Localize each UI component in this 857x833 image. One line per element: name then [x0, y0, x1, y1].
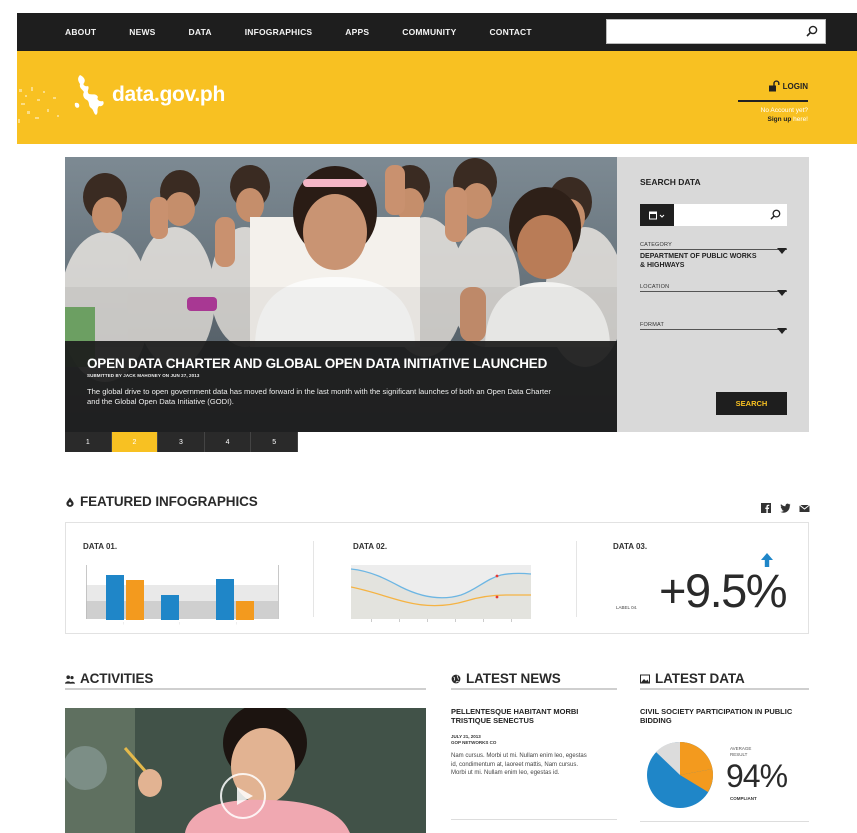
category-value: DEPARTMENT OF PUBLIC WORKS & HIGHWAYS — [640, 253, 757, 269]
site-search — [606, 19, 826, 44]
logo-text: data.gov.ph — [112, 83, 225, 106]
login-label: LOGIN — [782, 81, 808, 91]
pager-4[interactable]: 4 — [205, 432, 252, 452]
data1-title: DATA 01. — [83, 542, 118, 551]
format-select[interactable]: FORMAT — [640, 322, 787, 334]
format-label: FORMAT — [640, 322, 787, 330]
login-area: LOGIN No Account yet? Sign up here! — [738, 79, 808, 124]
latest-data-headline[interactable]: CIVIL SOCIETY PARTICIPATION IN PUBLIC BI… — [640, 707, 809, 725]
pager-3[interactable]: 3 — [158, 432, 205, 452]
news-body: Nam cursus. Morbi ut mi. Nullam enim leo… — [451, 753, 587, 776]
chevron-down-icon — [777, 248, 787, 254]
unlock-icon — [768, 80, 780, 92]
location-select[interactable]: LOCATION — [640, 284, 787, 296]
hero-title[interactable]: OPEN DATA CHARTER AND GLOBAL OPEN DATA I… — [87, 356, 605, 371]
email-icon[interactable] — [799, 500, 810, 512]
hero-summary: The global drive to open government data… — [87, 387, 551, 406]
data2-line-chart[interactable] — [351, 565, 531, 625]
search-data-bar — [640, 204, 787, 226]
login-underline — [738, 100, 808, 102]
chevron-down-icon — [777, 290, 787, 296]
compliant-label: COMPLIANT — [730, 796, 757, 801]
featured-infographics-panel: DATA 01. | | | DATA 02. DATA 03. LABEL 04.… — [65, 522, 809, 634]
philippines-map-logo-icon — [74, 75, 104, 115]
no-account-text: No Account yet? — [760, 107, 808, 114]
activities-rule — [65, 688, 426, 690]
news-item[interactable]: PELLENTESQUE HABITANT MORBI TRISTIQUE SE… — [451, 707, 617, 820]
news-divider — [451, 819, 617, 820]
compliance-pie-chart — [647, 741, 713, 808]
search-data-input[interactable] — [676, 206, 766, 224]
category-label: CATEGORY — [640, 242, 787, 250]
video-thumbnail — [65, 708, 426, 833]
latest-data-item[interactable]: CIVIL SOCIETY PARTICIPATION IN PUBLIC BI… — [640, 707, 809, 822]
nav-apps[interactable]: APPS — [345, 27, 369, 37]
svg-text:|: | — [236, 621, 237, 625]
globe-icon — [451, 674, 461, 683]
signup-link[interactable]: Sign up here! — [738, 115, 808, 124]
search-icon[interactable] — [806, 25, 818, 37]
average-label: AVERAGE RESULT — [730, 746, 752, 757]
data2-title: DATA 02. — [353, 542, 388, 551]
search-data-panel: SEARCH DATA CATEGORY DEPARTMENT OF PUBLI… — [617, 157, 809, 432]
latest-news-heading: LATEST NEWS — [451, 671, 561, 686]
activities-heading: ACTIVITIES — [65, 671, 153, 686]
nav-community[interactable]: COMMUNITY — [402, 27, 456, 37]
nav-news[interactable]: NEWS — [129, 27, 155, 37]
drop-icon — [66, 497, 74, 507]
facebook-icon[interactable] — [761, 500, 771, 513]
latest-news-title: LATEST NEWS — [466, 671, 561, 686]
hero-pager: 1 2 3 4 5 — [65, 432, 298, 452]
hero-slider[interactable]: OPEN DATA CHARTER AND GLOBAL OPEN DATA I… — [65, 157, 617, 432]
latest-data-heading: LATEST DATA — [640, 671, 745, 686]
signup-link-text: Sign up — [767, 116, 792, 123]
svg-text:|: | — [179, 621, 180, 625]
calendar-icon — [649, 211, 665, 219]
top-navigation: ABOUT NEWS DATA INFOGRAPHICS APPS COMMUN… — [17, 13, 857, 51]
share-links — [761, 500, 810, 513]
activities-title: ACTIVITIES — [80, 671, 154, 686]
activities-video[interactable] — [65, 708, 426, 833]
latest-data-rule — [640, 688, 809, 690]
data3-title: DATA 03. — [613, 542, 648, 551]
nav-data[interactable]: DATA — [189, 27, 212, 37]
news-source: GOP NETWORKS CO — [451, 740, 497, 745]
nav-about[interactable]: ABOUT — [65, 27, 96, 37]
pager-2-active[interactable]: 2 — [111, 432, 159, 452]
people-icon — [65, 674, 75, 684]
site-logo[interactable]: data.gov.ph — [72, 73, 225, 117]
search-data-title: SEARCH DATA — [640, 177, 701, 187]
hero-caption: OPEN DATA CHARTER AND GLOBAL OPEN DATA I… — [65, 341, 617, 432]
latest-data-divider — [640, 821, 809, 822]
category-select[interactable]: CATEGORY DEPARTMENT OF PUBLIC WORKS & HI… — [640, 242, 787, 270]
svg-text:|: | — [123, 621, 124, 625]
data3-value: +9.5% — [659, 564, 788, 617]
data3-label: LABEL 04. — [616, 605, 638, 610]
site-search-input[interactable] — [607, 20, 797, 43]
divider — [576, 541, 577, 617]
nav-contact[interactable]: CONTACT — [489, 27, 531, 37]
chevron-down-icon — [777, 328, 787, 334]
twitter-icon[interactable] — [780, 500, 791, 513]
featured-title: FEATURED INFOGRAPHICS — [80, 494, 258, 509]
location-label: LOCATION — [640, 284, 787, 292]
latest-data-title: LATEST DATA — [655, 671, 745, 686]
divider — [313, 541, 314, 617]
hero-byline: SUBMITTED BY JACK MAHONEY ON JUN 27, 201… — [87, 373, 200, 378]
signup-here-text: here! — [793, 116, 808, 123]
site-header: data.gov.ph LOGIN No Account yet? Sign u… — [17, 51, 857, 144]
search-data-button[interactable]: SEARCH — [716, 392, 787, 415]
calendar-dropdown[interactable] — [640, 204, 674, 226]
compliance-percent: 94% — [726, 758, 788, 794]
news-headline[interactable]: PELLENTESQUE HABITANT MORBI TRISTIQUE SE… — [451, 707, 617, 725]
featured-infographics-heading: FEATURED INFOGRAPHICS — [65, 494, 258, 509]
search-icon[interactable] — [770, 209, 781, 220]
image-icon — [640, 674, 650, 683]
nav-infographics[interactable]: INFOGRAPHICS — [245, 27, 313, 37]
pager-5[interactable]: 5 — [251, 432, 298, 452]
data1-bar-chart[interactable]: | | | — [86, 565, 286, 625]
pager-1[interactable]: 1 — [65, 432, 112, 452]
login-button[interactable]: LOGIN — [768, 80, 808, 92]
latest-news-rule — [451, 688, 617, 690]
